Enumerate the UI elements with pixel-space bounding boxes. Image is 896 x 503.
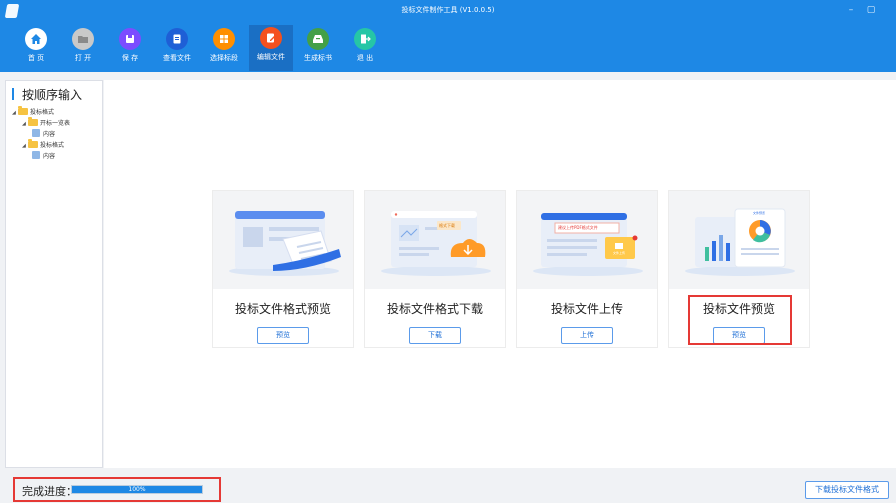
sidebar: 按顺序输入 ◢ 投标格式 ◢ 开标一览表 内容 ◢ 投标格式 内容	[5, 80, 103, 468]
preview-format-button[interactable]: 预览	[257, 327, 309, 344]
toolbar-generate-bid-button[interactable]: 生成标书	[296, 26, 340, 70]
progress-highlight-box	[13, 477, 221, 502]
tree-node-label: 开标一览表	[40, 120, 71, 127]
document-icon	[32, 151, 40, 159]
art-tag: 文件上传	[613, 251, 626, 255]
main-toolbar: 首 页 打 开 保 存 查看文件 选择标段 编辑文件 生成标书 退 出	[0, 22, 896, 72]
tree-node-label: 投标格式	[30, 109, 55, 116]
toolbar-label: 选择标段	[210, 54, 238, 62]
maximize-button[interactable]: ▢	[864, 4, 878, 16]
tree-node-bid-format-sub[interactable]: ◢ 投标格式	[12, 139, 70, 151]
upload-pdf-note: 建议上传PDF格式文件	[558, 225, 598, 230]
toolbar-home-button[interactable]: 首 页	[14, 26, 58, 70]
card-file-upload: 建议上传PDF格式文件 文件上传 投标文件上传 上传	[516, 190, 658, 348]
tree-node-content[interactable]: 内容	[12, 151, 70, 162]
folder-icon	[28, 117, 38, 126]
sidebar-title-text: 按顺序输入	[22, 88, 83, 102]
card-format-download: 格式下载 投标文件格式下载 下载	[364, 190, 506, 348]
toolbar-open-button[interactable]: 打 开	[61, 26, 105, 70]
main-content: 投标文件格式预览 预览 格式下载 投标文件格式下载 下载 建议上传PDF格式文件…	[104, 80, 896, 468]
toolbar-label: 查看文件	[163, 54, 191, 62]
folder-icon	[72, 28, 94, 50]
toolbar-label: 首 页	[27, 54, 45, 62]
tree-node-opening-list[interactable]: ◢ 开标一览表	[12, 117, 71, 129]
download-bid-format-button[interactable]: 下载投标文件格式	[805, 481, 889, 499]
toolbar-select-section-button[interactable]: 选择标段	[202, 26, 246, 70]
toolbar-label: 保 存	[121, 54, 139, 62]
tree-node-bid-format[interactable]: ◢ 投标格式	[12, 106, 70, 118]
upload-illustration: 建议上传PDF格式文件 文件上传	[517, 191, 657, 289]
folder-icon	[18, 106, 28, 115]
upload-file-button[interactable]: 上传	[561, 327, 613, 344]
tree-node-content[interactable]: 内容	[12, 129, 70, 140]
document-icon	[32, 129, 40, 137]
home-icon	[25, 28, 47, 50]
title-accent-bar	[12, 88, 14, 100]
save-icon	[119, 28, 141, 50]
download-format-button[interactable]: 下载	[409, 327, 461, 344]
toolbar-label: 打 开	[74, 54, 92, 62]
tree-node-label: 内容	[43, 153, 56, 160]
minimize-button[interactable]: –	[844, 4, 858, 16]
sidebar-title: 按顺序输入	[12, 86, 82, 102]
edit-icon	[260, 27, 282, 49]
toolbar-save-button[interactable]: 保 存	[108, 26, 152, 70]
chart-preview-illustration: 文件预览	[669, 191, 809, 289]
card-title: 投标文件上传	[550, 302, 623, 316]
sidebar-tree: ◢ 投标格式 ◢ 开标一览表 内容 ◢ 投标格式 内容	[12, 106, 71, 162]
title-bar: 投标文件制作工具 (V1.0.0.5) – ▢	[0, 0, 896, 22]
download-illustration: 格式下载	[365, 191, 505, 289]
art-tag: 文件预览	[753, 211, 766, 215]
toolbar-exit-button[interactable]: 退 出	[343, 26, 387, 70]
card-title: 投标文件格式预览	[234, 302, 331, 316]
folder-icon	[28, 139, 38, 148]
toolbar-label: 生成标书	[304, 54, 332, 62]
document-preview-illustration	[213, 191, 353, 289]
exit-icon	[354, 28, 376, 50]
tray-icon	[307, 28, 329, 50]
toolbar-edit-file-button[interactable]: 编辑文件	[249, 25, 293, 71]
toolbar-label: 退 出	[356, 54, 374, 62]
tree-node-label: 内容	[43, 131, 56, 138]
top-bar: 投标文件制作工具 (V1.0.0.5) – ▢ 首 页 打 开 保 存 查看文件…	[0, 0, 896, 72]
tree-node-label: 投标格式	[40, 142, 65, 149]
art-tag: 格式下载	[439, 223, 455, 228]
grid-icon	[213, 28, 235, 50]
card-format-preview: 投标文件格式预览 预览	[212, 190, 354, 348]
document-icon	[166, 28, 188, 50]
toolbar-label: 编辑文件	[257, 53, 285, 61]
preview-highlight-box	[688, 295, 792, 345]
toolbar-view-file-button[interactable]: 查看文件	[155, 26, 199, 70]
status-bar: 完成进度： 100% 下载投标文件格式	[0, 470, 896, 503]
window-title: 投标文件制作工具 (V1.0.0.5)	[401, 6, 495, 14]
card-title: 投标文件格式下载	[386, 302, 483, 316]
